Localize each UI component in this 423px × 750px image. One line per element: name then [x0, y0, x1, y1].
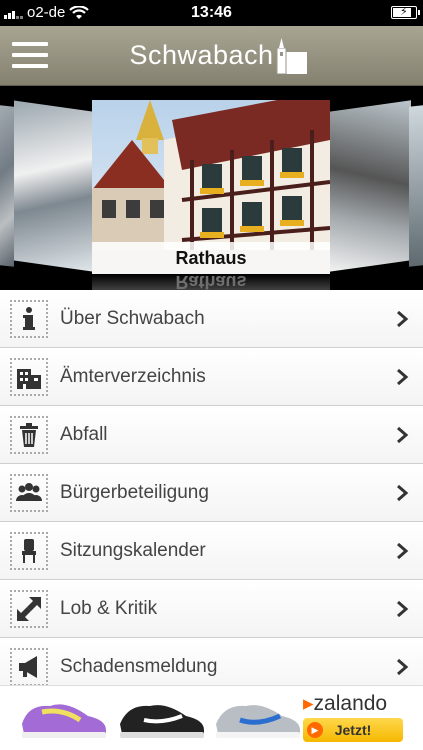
- chair-icon: [10, 532, 48, 570]
- menu-item-label: Abfall: [60, 424, 108, 445]
- group-icon: [10, 474, 48, 512]
- carousel-current-card[interactable]: Rathaus: [92, 100, 330, 274]
- carousel-caption: Rathaus: [92, 242, 330, 274]
- status-bar: o2-de 13:46 ⚡: [0, 0, 423, 26]
- chevron-right-icon: [397, 658, 409, 676]
- chevron-right-icon: [397, 600, 409, 618]
- carousel-side-image[interactable]: [409, 105, 423, 267]
- nav-bar: Schwabach: [0, 26, 423, 86]
- carousel-side-image[interactable]: [14, 100, 92, 272]
- menu-item-lob-kritik[interactable]: Lob & Kritik: [0, 580, 423, 638]
- image-carousel[interactable]: Rathaus Rathaus: [0, 86, 423, 290]
- building-icon: [10, 358, 48, 396]
- sneaker-black-image: [120, 705, 204, 738]
- ad-cta-label: Jetzt!: [334, 722, 372, 738]
- menu-item-label: Sitzungskalender: [60, 540, 206, 561]
- play-icon: ▶: [307, 722, 323, 738]
- city-logo-icon: [276, 38, 307, 74]
- chevron-right-icon: [397, 426, 409, 444]
- ad-brand-name: zalando: [313, 692, 388, 715]
- menu-item-schadensmeldung[interactable]: Schadensmeldung: [0, 638, 423, 685]
- megaphone-icon: [10, 648, 48, 685]
- chevron-right-icon: [397, 310, 409, 328]
- menu-item-label: Über Schwabach: [60, 308, 205, 329]
- menu-item-label: Lob & Kritik: [60, 598, 158, 619]
- carousel-side-image[interactable]: [0, 105, 14, 267]
- zalando-logo-icon: ▸: [303, 692, 314, 715]
- chevron-right-icon: [397, 484, 409, 502]
- menu-item-sitzungskalender[interactable]: Sitzungskalender: [0, 522, 423, 580]
- chevron-right-icon: [397, 542, 409, 560]
- main-menu-list: Über Schwabach Ämterverzeichnis Abfall B…: [0, 290, 423, 685]
- arrows-icon: [10, 590, 48, 628]
- ad-banner[interactable]: ▸zalando ▶ Jetzt!: [0, 685, 423, 750]
- ad-cta-button[interactable]: ▶ Jetzt!: [303, 718, 403, 742]
- sneaker-grey-blue-image: [216, 705, 300, 738]
- menu-item-buergerbeteiligung[interactable]: Bürgerbeteiligung: [0, 464, 423, 522]
- carousel-caption-reflection: Rathaus: [92, 274, 330, 290]
- chevron-right-icon: [397, 368, 409, 386]
- carousel-side-image[interactable]: [329, 100, 411, 272]
- page-title: Schwabach: [129, 40, 274, 70]
- status-time: 13:46: [191, 4, 232, 21]
- menu-item-label: Schadensmeldung: [60, 656, 218, 677]
- info-icon: [10, 300, 48, 338]
- trash-icon: [10, 416, 48, 454]
- battery-icon: ⚡: [391, 6, 420, 19]
- sneaker-purple-image: [22, 704, 106, 738]
- menu-item-label: Bürgerbeteiligung: [60, 482, 209, 503]
- menu-item-abfall[interactable]: Abfall: [0, 406, 423, 464]
- menu-item-aemterverzeichnis[interactable]: Ämterverzeichnis: [0, 348, 423, 406]
- menu-item-label: Ämterverzeichnis: [60, 366, 206, 387]
- ad-brand: ▸zalando: [303, 691, 387, 716]
- menu-item-ueber-schwabach[interactable]: Über Schwabach: [0, 290, 423, 348]
- charging-bolt-icon: ⚡: [400, 6, 408, 18]
